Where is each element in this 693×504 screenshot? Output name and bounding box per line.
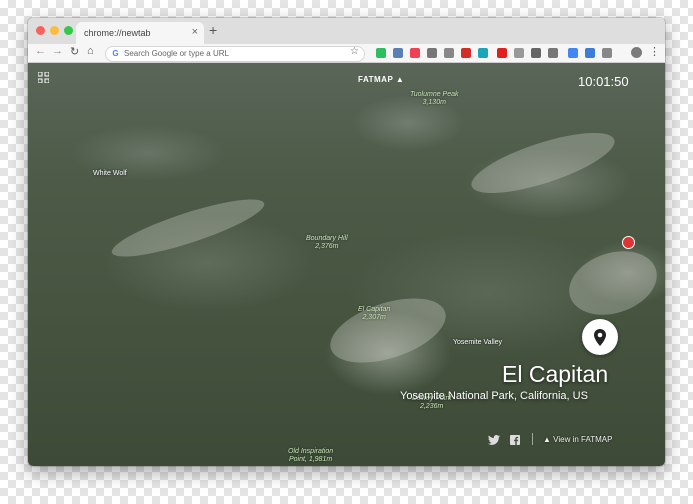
granite-ridge [107,189,269,267]
profile-avatar[interactable] [631,47,642,58]
camera-icon[interactable] [427,48,437,58]
font-icon[interactable] [602,48,612,58]
zoom-window-button[interactable] [64,26,73,35]
browser-window: chrome://newtab × + ← → ↻ ⌂ G ☆ ⋮ [28,18,665,466]
map-label-el-capitan: El Capitan 2,307m [358,306,391,321]
screenshot-icon[interactable] [393,48,403,58]
omnibox[interactable]: G ☆ [105,46,365,62]
home-icon[interactable]: ⌂ [87,45,94,57]
toolbar: ← → ↻ ⌂ G ☆ ⋮ [28,44,665,63]
granite-ridge [322,285,454,376]
facebook-icon[interactable] [510,435,520,445]
granite-ridge [560,240,665,326]
grid-menu-icon[interactable] [38,72,49,83]
fatmap-logo[interactable]: FATMAP ▲ [358,75,404,84]
twitter-icon[interactable] [488,435,500,445]
tab-title: chrome://newtab [84,28,151,38]
google-icon: G [112,49,119,58]
checklist-icon[interactable] [585,48,595,58]
lastpass-icon[interactable] [461,48,471,58]
translate-icon[interactable] [568,48,578,58]
location-pin-button[interactable] [582,319,618,355]
adblock-icon[interactable] [497,48,507,58]
bookmark-star-icon[interactable]: ☆ [350,46,359,57]
fatmap-triangle-icon: ▲ [543,435,551,444]
tab-newtab[interactable]: chrome://newtab × [76,22,204,44]
map-label-old-inspiration: Old Inspiration Point, 1,981m [288,448,334,463]
map-pin-icon [594,329,606,346]
tab-close-icon[interactable]: × [192,26,198,38]
menu-icon[interactable]: ⋮ [649,45,660,58]
social-divider [532,433,533,445]
shield-icon[interactable] [548,48,558,58]
forward-icon[interactable]: → [52,45,63,57]
minimize-window-button[interactable] [50,26,59,35]
address-input[interactable] [124,48,324,59]
clock: 10:01:50 [578,74,629,89]
close-window-button[interactable] [36,26,45,35]
place-label-white-wolf: White Wolf [93,170,127,177]
evernote-icon[interactable] [376,48,386,58]
pocket-icon[interactable] [410,48,420,58]
place-location: Yosemite National Park, California, US [400,390,588,402]
terrain-map[interactable]: FATMAP ▲ 10:01:50 Tuolumne Peak 3,130m B… [28,63,665,466]
place-label-yosemite-valley: Yosemite Valley [453,339,503,346]
granite-ridge [465,120,621,206]
ghost-icon[interactable] [514,48,524,58]
location-marker[interactable] [622,236,635,249]
map-label-tuolumne: Tuolumne Peak 3,130m [410,91,459,106]
scan-icon[interactable] [444,48,454,58]
ninja-icon[interactable] [531,48,541,58]
map-label-boundary-hill: Boundary Hill 2,376m [306,235,348,250]
colorpick-icon[interactable] [478,48,488,58]
view-in-fatmap-link[interactable]: ▲ View in FATMAP [543,435,612,444]
place-name: El Capitan [502,361,609,387]
new-tab-button[interactable]: + [209,22,217,38]
title-bar: chrome://newtab × + [28,18,665,44]
reload-icon[interactable]: ↻ [70,45,79,58]
back-icon[interactable]: ← [35,45,46,57]
